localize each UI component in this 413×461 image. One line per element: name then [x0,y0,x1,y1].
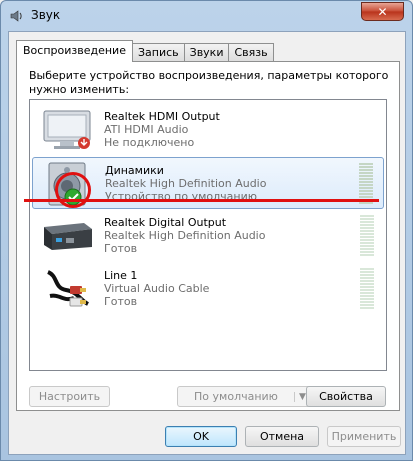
sound-window: Звук ✕ Воспроизведение Запись Звуки Связ… [0,0,413,461]
tab-playback[interactable]: Воспроизведение [16,40,133,62]
properties-button[interactable]: Свойства [306,386,386,407]
device-driver: ATI HDMI Audio [104,123,189,136]
digital-output-icon [44,223,92,250]
tab-communications[interactable]: Связь [228,43,274,62]
device-list[interactable]: Realtek HDMI Output ATI HDMI Audio Не по… [29,99,387,371]
playback-page: Выберите устройство воспроизведения, пар… [16,61,400,411]
close-button[interactable]: ✕ [361,2,404,21]
instruction-text: Выберите устройство воспроизведения, пар… [29,69,389,96]
device-name: Динамики [105,164,164,177]
device-item-digital-output[interactable]: Realtek Digital Output Realtek High Defi… [32,210,384,262]
apply-button[interactable]: Применить [327,426,401,447]
close-icon: ✕ [377,4,388,19]
device-item-line1[interactable]: Line 1 Virtual Audio Cable Готов [32,263,384,315]
tab-strip: Воспроизведение Запись Звуки Связь [16,40,274,62]
device-name: Line 1 [104,269,138,282]
volume-meter [360,268,374,310]
device-status: Готов [104,242,138,255]
tab-recording[interactable]: Запись [131,43,185,62]
device-driver: Virtual Audio Cable [104,282,210,295]
cancel-button[interactable]: Отмена [245,426,319,447]
set-default-button[interactable]: По умолчанию ▼ [177,386,311,407]
cable-icon [47,270,90,307]
ok-button[interactable]: OK [165,426,237,447]
sound-icon [10,10,22,22]
window-title: Звук [31,8,61,22]
annotation-circle [55,172,91,208]
device-status: Не подключено [104,136,195,149]
device-name: Realtek Digital Output [104,216,227,229]
device-name: Realtek HDMI Output [104,110,220,123]
device-status: Готов [104,295,138,308]
set-default-label: По умолчанию [194,390,278,403]
configure-button[interactable]: Настроить [29,386,110,407]
monitor-icon [43,110,91,149]
volume-meter [360,215,374,257]
device-driver: Realtek High Definition Audio [104,229,266,242]
title-bar[interactable]: Звук ✕ [1,1,412,31]
tab-sounds[interactable]: Звуки [183,43,230,62]
dialog-body: Воспроизведение Запись Звуки Связь Выбер… [8,31,406,455]
device-driver: Realtek High Definition Audio [105,177,267,190]
device-item-hdmi[interactable]: Realtek HDMI Output ATI HDMI Audio Не по… [32,104,384,156]
